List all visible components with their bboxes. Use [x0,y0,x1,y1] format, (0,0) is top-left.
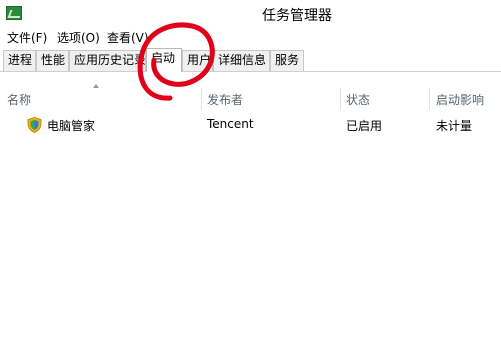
tab-users[interactable]: 用户 [182,50,213,71]
tab-performance[interactable]: 性能 [36,50,69,71]
row-publisher: Tencent [207,117,254,131]
row-name: 电脑管家 [47,119,96,133]
column-headers: 名称 发布者 状态 启动影响 [0,88,501,110]
title-bar: 任务管理器 [0,0,501,27]
column-header-impact[interactable]: 启动影响 [436,91,484,108]
menu-options[interactable]: 选项(O) [57,29,100,46]
column-divider[interactable] [201,88,202,110]
task-manager-icon [6,6,22,20]
tab-app-history[interactable]: 应用历史记录 [69,50,146,71]
menu-file[interactable]: 文件(F) [7,29,47,46]
column-header-name[interactable]: 名称 [7,91,31,108]
window-title: 任务管理器 [262,8,332,24]
menu-view[interactable]: 查看(V) [107,29,149,46]
column-divider[interactable] [340,88,341,110]
tab-strip: 进程 性能 应用历史记录 启动 用户 详细信息 服务 [0,48,501,72]
row-status: 已启用 [346,119,383,133]
tab-startup[interactable]: 启动 [146,48,182,72]
row-impact: 未计量 [436,119,473,133]
column-header-publisher[interactable]: 发布者 [207,91,243,108]
table-row[interactable]: 电脑管家 Tencent 已启用 未计量 [0,114,501,134]
tab-details[interactable]: 详细信息 [213,50,270,71]
column-header-status[interactable]: 状态 [346,91,370,108]
column-divider[interactable] [429,88,430,110]
shield-icon [27,117,42,133]
tab-processes[interactable]: 进程 [3,50,36,71]
tab-services[interactable]: 服务 [270,50,304,71]
menu-bar: 文件(F) 选项(O) 查看(V) [0,27,501,47]
